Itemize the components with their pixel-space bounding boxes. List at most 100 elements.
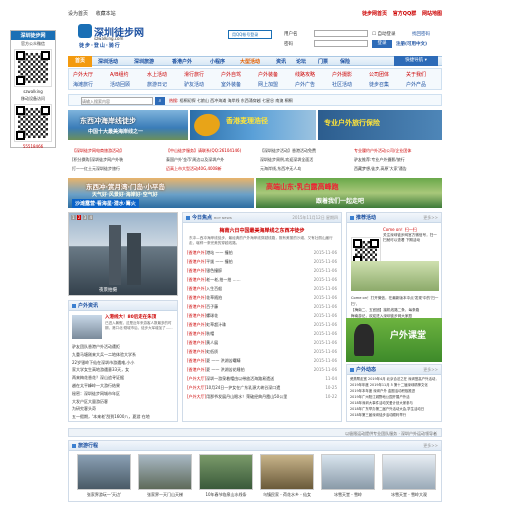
quick-link[interactable]: 专业履约户外活动公司/企业团体 [354,148,411,154]
gallery-page-4[interactable]: 4 [88,215,94,220]
news-title[interactable]: 虹草超汁珠 [206,322,226,327]
news-title[interactable]: 老一老,拍一拍 …… [206,277,241,282]
nav-insurance[interactable]: 保险 [340,58,350,65]
quick-link[interactable]: 【深圳徒步活动】香港活动免费 [260,148,316,154]
news-title[interactable]: 银色撞醉 [206,268,222,273]
category-link[interactable]: 社区活动 [332,81,352,88]
category-link[interactable]: 户外大厅 [73,71,93,78]
quick-link[interactable]: 深圳徒步周例,欢迎深圳全面活 [260,157,313,163]
news-item[interactable]: [香港户外]虹低质 2015-11-06 [187,347,337,356]
category-link[interactable]: 户外装备 [258,71,278,78]
nav-home[interactable]: 首页 [68,56,92,67]
outdoor-news-item[interactable]: 两来梅花香花？深山追寻证据 [72,374,176,382]
category-link[interactable]: 户外广告 [295,81,315,88]
password-input[interactable] [314,40,368,47]
nav-big-events[interactable]: 大型活动 [240,58,260,65]
gallery-page-1[interactable]: 1 [71,215,76,220]
category-link[interactable]: 户外摄影 [332,71,352,78]
category-link[interactable]: 户外自驾 [221,71,241,78]
news-item[interactable]: [香港户外]秋帽 2015-11-06 [187,329,337,338]
category-link[interactable]: 线路攻略 [295,71,315,78]
username-input[interactable] [314,30,368,37]
gallery-page-2[interactable]: 2 [76,215,82,220]
quick-link[interactable]: [积分换购]深圳徒步网户外装 [72,157,123,163]
travel-photo[interactable] [199,454,253,490]
find-password-link[interactable]: 找回密码 [412,31,430,37]
quick-link[interactable]: 迈高上市大型活动40G,4008新 [166,166,222,172]
news-title[interactable]: 用那爷发展丹山眼水！荣破经典丹霞山50公里 [206,394,287,399]
news-title[interactable]: 虹低质 [206,349,218,354]
category-link[interactable]: 水上活动 [147,71,167,78]
category-link[interactable]: 公司团体 [369,71,389,78]
login-button[interactable]: 登录 [372,40,392,48]
news-title[interactable]: 夏 —— 洪湖苦花睡拍 [206,367,245,372]
auto-login-checkbox[interactable]: ☐ 自动登录 [372,31,395,37]
quick-link[interactable]: 驴友推荐:专业户外摄影/旅行 [354,157,405,163]
wechat-qr-code[interactable] [14,49,52,87]
outdoor-news-item[interactable]: 22岁银岭下仙在深圳市游遇难,小小 [72,359,176,367]
hot-keyword[interactable]: 西冲海滩 [210,98,226,103]
outdoor-news-item[interactable]: 五一假期，'本来老'刮到1600八，夏游 在地 [72,413,176,421]
news-title[interactable]: 港站 —— 撞拍 [206,250,233,255]
news-thumbnail[interactable] [72,315,102,339]
category-link[interactable]: A/B组约 [110,71,129,78]
news-title[interactable]: 螺球花 [206,313,218,318]
travel-photo[interactable] [77,454,131,490]
travel-photo-caption[interactable]: 冰雪天堂 - 雪岭 [321,492,375,498]
news-item[interactable]: [香港户外]百子藤 2015-11-06 [187,302,337,311]
dynamics-item[interactable]: 2018年第三届深圳徒步活动顺利举行 [350,412,438,418]
banner-coastline[interactable]: 东西冲海岸线徒步 中国十大最美海岸线之一 [68,110,188,140]
category-link[interactable]: 驴友活动 [184,81,204,88]
nav-shenzhen-travel[interactable]: 深圳旅游 [134,58,154,65]
category-link[interactable]: 活动回顾 [110,81,130,88]
outdoor-news-item[interactable]: 家大学女生高地游遇意33天，女 [72,366,176,374]
app-qr-code[interactable] [14,104,52,142]
quick-link[interactable]: 【中山徒步服务】请联系(QQ:26104146) [166,148,241,154]
travel-photo[interactable] [321,454,375,490]
nav-tickets[interactable]: 门票 [318,58,328,65]
nav-shenzhen-activities[interactable]: 深圳活动 [98,58,118,65]
activity-more-link[interactable]: 更多>> [423,213,438,223]
gallery-page-3[interactable]: 3 [82,215,88,220]
news-item[interactable]: [香港户外]夏 —— 洪湖苦花睡拍 2015-11-06 [187,365,337,374]
news-item[interactable]: [香港户外]黄人展 2015-11-06 [187,338,337,347]
category-link[interactable]: 室外装备 [221,81,241,88]
news-item[interactable]: [户外大厅]10月24日一护女在广东乳源大峡谷深口遗 10-25 [187,383,337,392]
news-title[interactable]: 秋帽 [206,331,214,336]
sitemap-link[interactable]: 网站地图 [422,11,442,17]
site-logo[interactable]: 深圳徒步网 szwalking.com 徒步·登山·骑行 [78,22,146,50]
hot-keyword[interactable]: 海岸线 [227,98,239,103]
photos-more-link[interactable]: 更多>> [423,441,438,451]
travel-photo-caption[interactable]: 张家界游玩一'天边' [77,492,131,498]
travel-photo[interactable] [260,454,314,490]
category-link[interactable]: 滑行旅行 [184,71,204,78]
category-link[interactable]: 旅游日记 [147,81,167,88]
search-button[interactable]: ⌕ [155,97,165,105]
nav-forum[interactable]: 论坛 [296,58,306,65]
news-title[interactable]: 10月24日一护女在广东乳源大峡谷深口遗 [206,385,280,390]
travel-photo[interactable] [138,454,192,490]
quick-link[interactable]: 西藏梦想,徒步,高原'大家'通告 [354,166,407,172]
news-item[interactable]: [香港户外]螺球花 2015-11-06 [187,311,337,320]
travel-photo[interactable] [382,454,436,490]
banner-islands[interactable]: 东西冲·赏月湾·门岛·小平岛 天气好·风景好·海岸好·空气好 沙滩露营·看海星·… [68,178,254,208]
outdoor-news-item[interactable]: 越在太平峰岭一大游行结果 [72,382,176,390]
hot-keyword[interactable]: 梧桐初探 [180,98,196,103]
outdoor-news-item[interactable]: 秘密：深圳徒步网城市年区 [72,390,176,398]
quick-nav-button[interactable]: 快捷导航 ▾ [394,56,438,66]
news-item[interactable]: [香港户外]花草随拍 2015-11-06 [187,293,337,302]
news-headline[interactable]: 梅南六日中国最美海岸线之东西冲徒步 [183,227,341,234]
bookmark-link[interactable]: 收藏本站 [96,11,116,17]
travel-photo-caption[interactable]: 张家界—天门山天梯 [138,492,192,498]
banner-shandong[interactable]: 高端山东·乳白露高峰跑 跟着我们一起走吧 [256,178,442,208]
news-title[interactable]: 入生百般 [206,286,222,291]
news-item[interactable]: [户外大厅]用那爷发展丹山眼水！荣破经典丹霞山50公里 10-22 [187,392,337,401]
quick-link[interactable]: 泰国户外'金币'周边以及深圳户外 [166,157,224,163]
news-item[interactable]: [香港户外]平拔 —— 撞拍 2015-11-06 [187,257,337,266]
news-item[interactable]: [香港户外]入生百般 2015-11-06 [187,284,337,293]
hot-keyword[interactable]: 东西涌穿越 [241,98,261,103]
qq-login-button[interactable]: 用QQ帐号登录 [228,30,272,39]
news-item[interactable]: [户外大厅]深圳一游泉着帽由以带放活海路易遗送 11-04 [187,374,337,383]
activity-line[interactable]: Come on！打开微信，在最新版本中点'发现'中的'扫一扫'， [351,295,439,307]
banner-hk-trail[interactable]: 香港麦理浩径 [190,110,316,140]
